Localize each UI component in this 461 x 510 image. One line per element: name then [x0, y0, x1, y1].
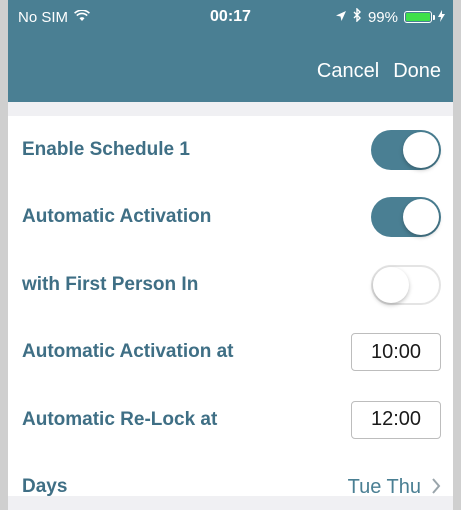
- relock-at-label: Automatic Re-Lock at: [22, 408, 218, 430]
- done-button[interactable]: Done: [393, 60, 441, 83]
- first-person-in-toggle[interactable]: [371, 264, 441, 305]
- activation-at-label: Automatic Activation at: [22, 341, 234, 363]
- section-separator: [8, 102, 453, 116]
- row-relock-at: Automatic Re-Lock at 12:00: [8, 386, 453, 454]
- row-activation-at: Automatic Activation at 10:00: [8, 319, 453, 387]
- toggle-knob: [373, 266, 409, 303]
- automatic-activation-toggle[interactable]: [371, 197, 441, 238]
- row-automatic-activation: Automatic Activation: [8, 184, 453, 252]
- battery-percent: 99%: [367, 8, 398, 26]
- bottom-separator: [8, 496, 453, 510]
- settings-list: Enable Schedule 1 Automatic Activation w…: [8, 116, 453, 510]
- location-arrow-icon: [335, 9, 347, 26]
- nav-bar: Cancel Done: [317, 60, 441, 83]
- toggle-knob: [403, 199, 439, 236]
- first-person-in-label: with First Person In: [22, 273, 199, 295]
- app-frame: No SIM 00:17 99% Cancel Done Enable Sche…: [0, 0, 461, 510]
- activation-time-field[interactable]: 10:00: [351, 333, 441, 372]
- automatic-activation-label: Automatic Activation: [22, 206, 212, 228]
- cancel-button[interactable]: Cancel: [317, 60, 379, 83]
- bluetooth-icon: [353, 7, 362, 26]
- status-bar: No SIM 00:17 99%: [8, 0, 453, 34]
- charging-bolt-icon: [438, 9, 445, 26]
- battery-cap: [433, 15, 435, 20]
- top-bar: No SIM 00:17 99% Cancel Done: [8, 0, 453, 102]
- row-enable-schedule: Enable Schedule 1: [8, 116, 453, 184]
- enable-schedule-toggle[interactable]: [371, 129, 441, 170]
- relock-time-field[interactable]: 12:00: [351, 400, 441, 439]
- toggle-knob: [403, 131, 439, 168]
- enable-schedule-label: Enable Schedule 1: [22, 138, 190, 160]
- status-right: 99%: [335, 7, 445, 26]
- row-first-person-in: with First Person In: [8, 251, 453, 319]
- battery-icon: [404, 11, 435, 23]
- battery-fill: [406, 13, 430, 21]
- days-label: Days: [22, 476, 68, 498]
